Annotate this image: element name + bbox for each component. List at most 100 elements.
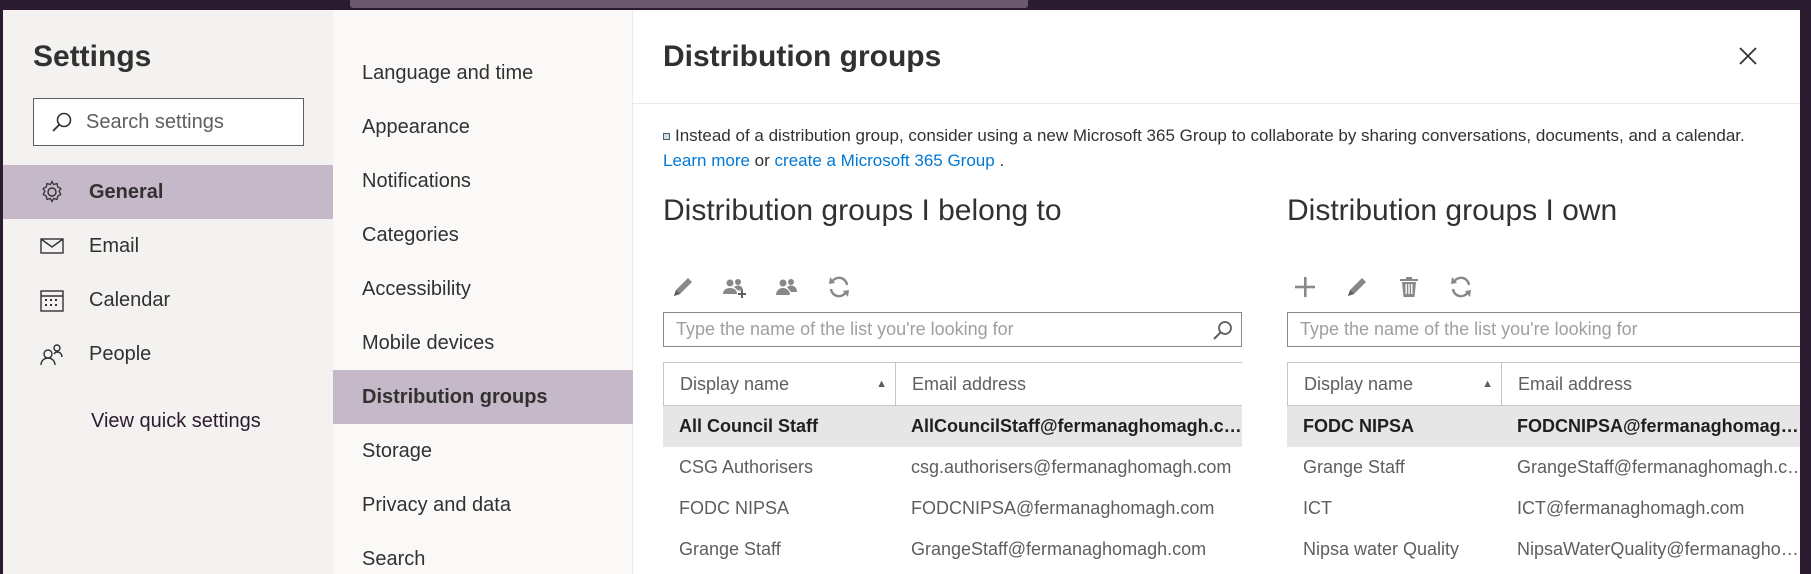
own-table: Display name ▲ Email address FODC NIPSA … xyxy=(1287,362,1800,570)
col-email-address[interactable]: Email address xyxy=(1502,363,1632,405)
page-title: Distribution groups xyxy=(663,40,942,73)
row-email: GrangeStaff@fermanaghomagh.com xyxy=(911,539,1207,559)
col-display-name[interactable]: Display name ▲ xyxy=(1288,363,1502,405)
table-row[interactable]: FODC NIPSA FODCNIPSA@fermanaghomagh.com xyxy=(663,488,1242,529)
table-row[interactable]: Nipsa water Quality NipsaWaterQuality@fe… xyxy=(1287,529,1800,570)
row-display-name: ICT xyxy=(1303,498,1332,518)
create-m365-group-link[interactable]: create a Microsoft 365 Group xyxy=(775,151,995,170)
settings-sub-nav: Language and time Appearance Notificatio… xyxy=(333,10,633,574)
table-row[interactable]: CSG Authorisers csg.authorisers@fermanag… xyxy=(663,447,1242,488)
table-row[interactable]: All Council Staff AllCouncilStaff@ferman… xyxy=(663,406,1242,447)
own-search-input[interactable] xyxy=(1300,319,1800,340)
subnav-appearance[interactable]: Appearance xyxy=(333,100,633,154)
gear-icon xyxy=(42,180,62,203)
plus-icon xyxy=(1295,277,1315,297)
col-header-label: Email address xyxy=(1518,373,1633,394)
nav-item-label: People xyxy=(89,342,152,365)
col-header-label: Display name xyxy=(1304,373,1414,394)
belong-search-input[interactable] xyxy=(676,319,1211,340)
refresh-button[interactable] xyxy=(822,270,856,304)
background-app-bar xyxy=(350,0,1028,8)
mail-icon xyxy=(40,238,64,254)
col-display-name[interactable]: Display name ▲ xyxy=(664,363,896,405)
row-email: ICT@fermanaghomagh.com xyxy=(1517,498,1745,518)
edit-button[interactable] xyxy=(666,270,700,304)
table-row[interactable]: Grange Staff GrangeStaff@fermanaghomagh.… xyxy=(663,529,1242,570)
row-email: NipsaWaterQuality@fermanaghom... xyxy=(1517,539,1800,559)
nav-item-calendar[interactable]: Calendar xyxy=(3,273,333,327)
row-display-name: FODC NIPSA xyxy=(1303,416,1415,436)
settings-category-list: General Email Calendar People xyxy=(3,165,333,381)
new-group-button[interactable] xyxy=(1288,270,1322,304)
pencil-icon xyxy=(674,278,692,296)
row-email: csg.authorisers@fermanaghomagh.com xyxy=(911,457,1232,477)
info-message: Instead of a distribution group, conside… xyxy=(663,126,1745,146)
subnav-language-and-time[interactable]: Language and time xyxy=(333,46,633,100)
table-header: Display name ▲ Email address xyxy=(1287,362,1800,406)
settings-search-input[interactable] xyxy=(86,110,286,134)
view-quick-settings-link[interactable]: View quick settings xyxy=(91,410,261,433)
settings-dialog: Settings General Email Calendar People xyxy=(3,10,1800,574)
info-links: Learn more or create a Microsoft 365 Gro… xyxy=(663,151,1004,171)
sort-ascending-icon: ▲ xyxy=(1482,378,1493,390)
view-members-button[interactable] xyxy=(770,270,804,304)
settings-search-box[interactable] xyxy=(33,98,304,146)
subnav-privacy-and-data[interactable]: Privacy and data xyxy=(333,478,633,532)
subnav-search[interactable]: Search xyxy=(333,532,633,574)
members-icon xyxy=(776,279,797,295)
close-icon[interactable] xyxy=(1734,42,1762,70)
nav-item-general[interactable]: General xyxy=(3,165,333,219)
row-email: AllCouncilStaff@fermanaghomagh.com xyxy=(911,416,1242,436)
refresh-button[interactable] xyxy=(1444,270,1478,304)
table-row[interactable]: FODC NIPSA FODCNIPSA@fermanaghomagh.c... xyxy=(1287,406,1800,447)
col-email-address[interactable]: Email address xyxy=(896,363,1026,405)
belong-toolbar xyxy=(666,270,856,304)
subnav-storage[interactable]: Storage xyxy=(333,424,633,478)
nav-item-people[interactable]: People xyxy=(3,327,333,381)
join-group-button[interactable] xyxy=(718,270,752,304)
row-display-name: CSG Authorisers xyxy=(679,457,814,477)
subnav-accessibility[interactable]: Accessibility xyxy=(333,262,633,316)
pencil-icon xyxy=(1348,278,1366,296)
settings-main-nav: Settings General Email Calendar People xyxy=(3,10,333,574)
refresh-icon xyxy=(829,276,849,298)
table-row[interactable]: ICT ICT@fermanaghomagh.com xyxy=(1287,488,1800,529)
period-text: . xyxy=(999,151,1005,170)
nav-item-label: General xyxy=(89,180,164,203)
row-display-name: All Council Staff xyxy=(679,416,818,436)
belong-table: Display name ▲ Email address All Council… xyxy=(663,362,1242,570)
info-icon xyxy=(663,133,670,141)
header-divider xyxy=(633,103,1800,104)
refresh-icon xyxy=(1451,276,1471,298)
belong-search-box[interactable] xyxy=(663,312,1242,347)
row-email: GrangeStaff@fermanaghomagh.com xyxy=(1517,457,1800,477)
subnav-mobile-devices[interactable]: Mobile devices xyxy=(333,316,633,370)
learn-more-link[interactable]: Learn more xyxy=(663,151,750,170)
own-toolbar xyxy=(1288,270,1478,304)
add-members-icon xyxy=(723,279,746,298)
own-section-title: Distribution groups I own xyxy=(1287,194,1618,227)
subnav-notifications[interactable]: Notifications xyxy=(333,154,633,208)
search-icon[interactable] xyxy=(1211,318,1235,342)
nav-item-email[interactable]: Email xyxy=(3,219,333,273)
subnav-categories[interactable]: Categories xyxy=(333,208,633,262)
or-text: or xyxy=(754,151,770,170)
row-display-name: Grange Staff xyxy=(679,539,781,559)
sort-ascending-icon: ▲ xyxy=(876,378,887,390)
belong-section-title: Distribution groups I belong to xyxy=(663,194,1062,227)
row-display-name: Nipsa water Quality xyxy=(1303,539,1460,559)
own-search-box[interactable] xyxy=(1287,312,1800,347)
row-display-name: Grange Staff xyxy=(1303,457,1405,477)
background-edge xyxy=(1799,0,1811,574)
edit-button[interactable] xyxy=(1340,270,1374,304)
table-row[interactable]: Grange Staff GrangeStaff@fermanaghomagh.… xyxy=(1287,447,1800,488)
info-text: Instead of a distribution group, conside… xyxy=(675,126,1745,145)
row-email: FODCNIPSA@fermanaghomagh.com xyxy=(911,498,1215,518)
row-email: FODCNIPSA@fermanaghomagh.c... xyxy=(1517,416,1800,436)
delete-button[interactable] xyxy=(1392,270,1426,304)
subnav-distribution-groups[interactable]: Distribution groups xyxy=(333,370,633,424)
search-icon xyxy=(52,112,72,132)
general-subcategory-list: Language and time Appearance Notificatio… xyxy=(333,46,633,574)
row-display-name: FODC NIPSA xyxy=(679,498,790,518)
col-header-label: Display name xyxy=(680,373,790,394)
